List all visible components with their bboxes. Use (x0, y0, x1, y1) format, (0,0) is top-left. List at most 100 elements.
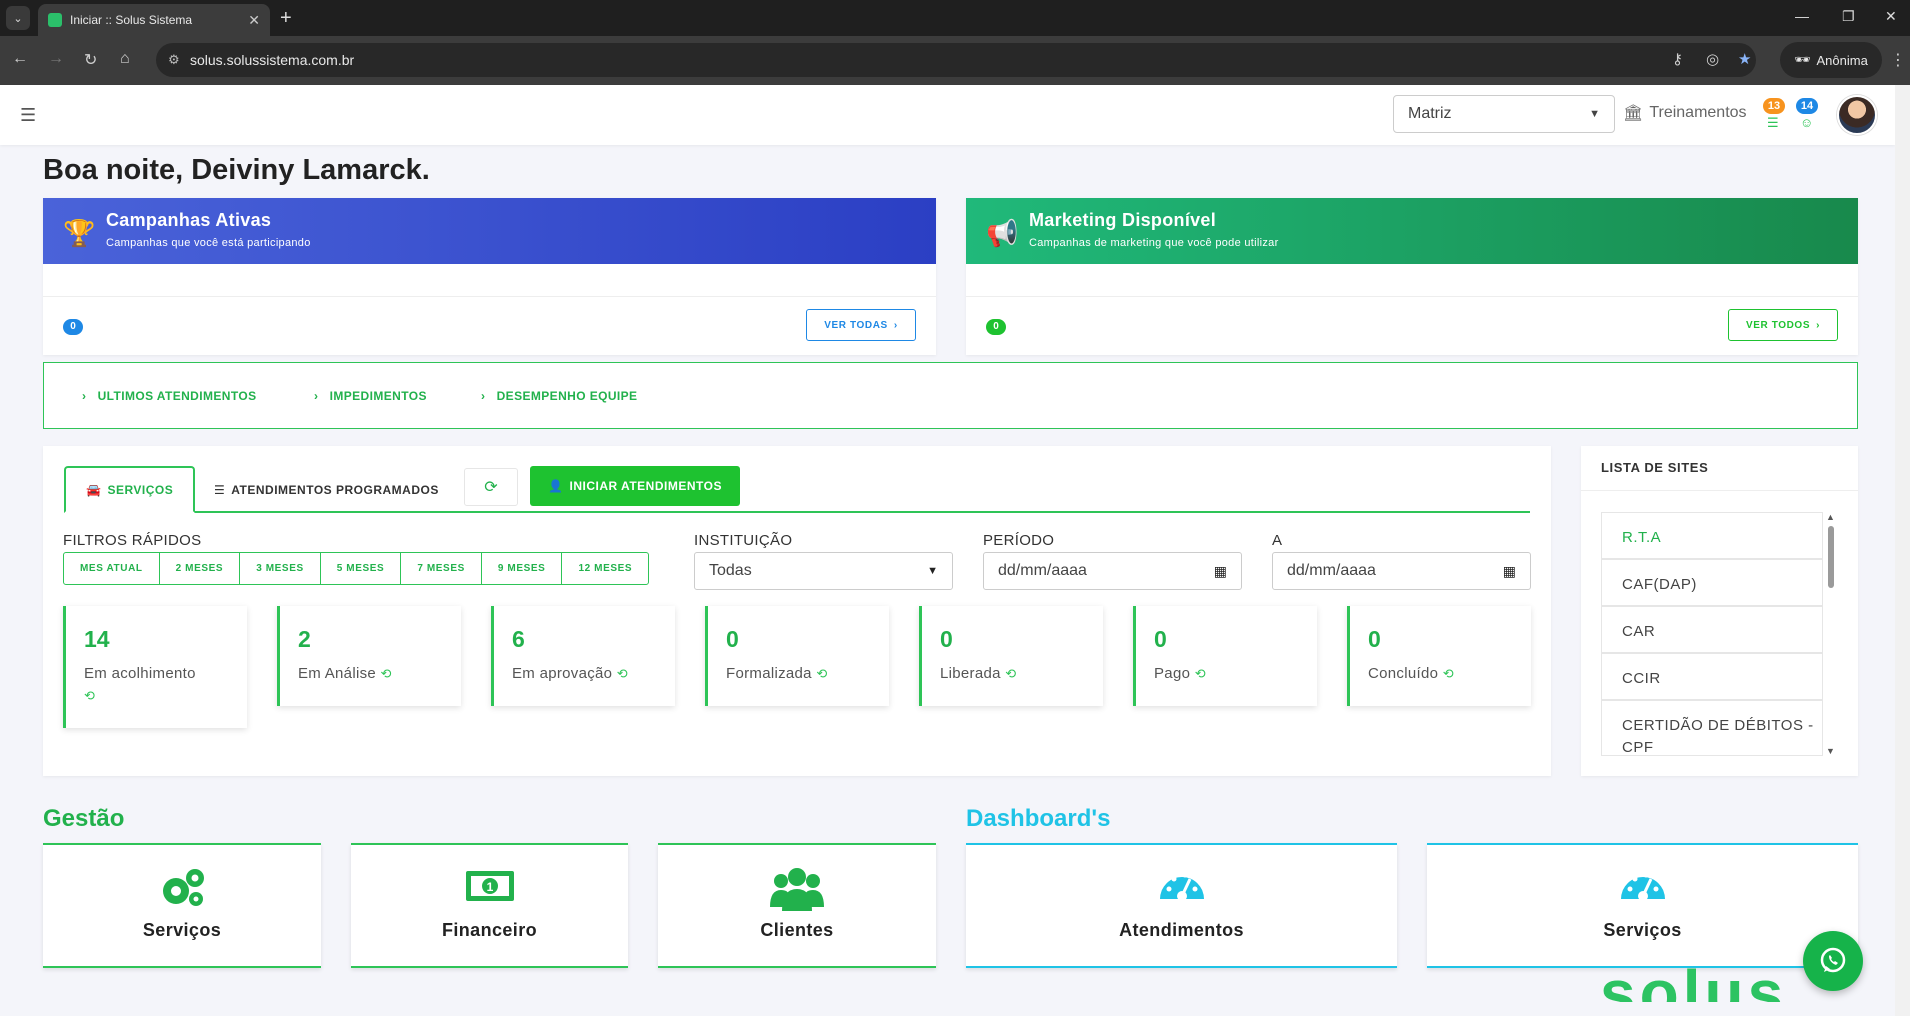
scroll-down-icon[interactable]: ▼ (1826, 746, 1835, 756)
user-avatar[interactable] (1837, 95, 1877, 135)
refresh-button[interactable]: ⟳ (464, 468, 518, 506)
tab-servicos[interactable]: 🚘 SERVIÇOS (64, 466, 196, 513)
stat-card[interactable]: 0 Liberada ⟲ (919, 606, 1103, 706)
period-from-input[interactable]: dd/mm/aaaa ▦ (983, 552, 1242, 590)
browser-menu-icon[interactable]: ⋮ (1890, 50, 1906, 70)
chevron-right-icon: › (1816, 319, 1821, 331)
minimize-icon[interactable]: — (1795, 8, 1809, 24)
page-scrollbar[interactable] (1895, 85, 1910, 1016)
close-tab-icon[interactable]: ✕ (248, 12, 260, 29)
list-notification-icon[interactable]: ☰ (1767, 115, 1779, 131)
tab-atendimentos-programados[interactable]: ☰ ATENDIMENTOS PROGRAMADOS (194, 466, 459, 513)
home-icon[interactable]: ⌂ (120, 50, 130, 68)
list-icon: ☰ (214, 482, 226, 497)
orange-notification-badge[interactable]: 13 (1763, 98, 1785, 114)
browser-tab[interactable]: Iniciar :: Solus Sistema ✕ (38, 4, 270, 36)
eye-off-icon[interactable]: ◎ (1706, 50, 1719, 68)
quick-filter-button[interactable]: 12 MESES (562, 553, 648, 584)
back-icon[interactable]: ← (12, 50, 28, 68)
quick-filter-button[interactable]: MES ATUAL (64, 553, 160, 584)
scrollbar-thumb[interactable] (1828, 526, 1834, 588)
stat-card[interactable]: 14 Em acolhimento ⟲ (63, 606, 247, 728)
stat-value: 2 (298, 626, 311, 652)
quick-filter-button[interactable]: 9 MESES (482, 553, 563, 584)
whatsapp-button[interactable] (1803, 931, 1863, 991)
favicon-icon (48, 13, 62, 27)
stat-label: Em acolhimento (84, 665, 196, 682)
quick-filter-button[interactable]: 3 MESES (240, 553, 321, 584)
link-desempenho-equipe[interactable]: › DESEMPENHO EQUIPE (481, 389, 637, 403)
quick-links-bar: › ULTIMOS ATENDIMENTOS › IMPEDIMENTOS › … (43, 362, 1858, 429)
marketing-card: 📢 Marketing Disponível Campanhas de mark… (966, 198, 1858, 355)
app-topbar: ☰ Matriz ▼ 🏛 Treinamentos 13 ☰ 14 ☺ (0, 85, 1895, 145)
campaigns-subtitle: Campanhas que você está participando (106, 237, 311, 249)
training-link[interactable]: 🏛 Treinamentos (1623, 103, 1747, 123)
scroll-up-icon[interactable]: ▲ (1826, 512, 1835, 522)
tab-search-button[interactable]: ⌄ (6, 6, 30, 30)
stat-value: 6 (512, 626, 525, 652)
incognito-profile[interactable]: 🕶 Anônima (1780, 42, 1882, 78)
users-notification-icon[interactable]: ☺ (1800, 115, 1813, 130)
link-ultimos-atendimentos[interactable]: › ULTIMOS ATENDIMENTOS (82, 389, 257, 403)
chevron-down-icon: ▼ (1589, 108, 1600, 120)
stat-card[interactable]: 0 Pago ⟲ (1133, 606, 1317, 706)
stat-card[interactable]: 6 Em aprovação ⟲ (491, 606, 675, 706)
bookmark-star-icon[interactable]: ★ (1738, 50, 1751, 68)
period-to-input[interactable]: dd/mm/aaaa ▦ (1272, 552, 1531, 590)
history-icon: ⟲ (1194, 666, 1206, 681)
see-all-campaigns-button[interactable]: VER TODAS › (806, 309, 916, 341)
bank-icon: 🏛 (1623, 105, 1644, 122)
gestao-clientes-tile[interactable]: Clientes (658, 843, 936, 968)
password-key-icon[interactable]: ⚷ (1672, 50, 1683, 68)
dashboard-atendimentos-tile[interactable]: Atendimentos (966, 843, 1397, 968)
quick-filter-button[interactable]: 7 MESES (401, 553, 482, 584)
site-item[interactable]: CCIR (1601, 653, 1823, 700)
calendar-icon[interactable]: ▦ (1503, 563, 1516, 580)
svg-text:1: 1 (486, 880, 493, 894)
stat-card[interactable]: 0 Concluído ⟲ (1347, 606, 1531, 706)
branch-select[interactable]: Matriz ▼ (1393, 95, 1615, 133)
dashboards-title: Dashboard's (966, 805, 1111, 832)
url-field[interactable]: ⚙ solus.solussistema.com.br (156, 43, 1756, 77)
institution-select[interactable]: Todas ▼ (694, 552, 953, 590)
marketing-subtitle: Campanhas de marketing que você pode uti… (1029, 237, 1279, 249)
gestao-servicos-tile[interactable]: Serviços (43, 843, 321, 968)
see-all-label: VER TODOS (1745, 319, 1811, 331)
tab-title: Iniciar :: Solus Sistema (70, 13, 193, 27)
stat-card[interactable]: 2 Em Análise ⟲ (277, 606, 461, 706)
site-item[interactable]: CERTIDÃO DE DÉBITOS - CPF (1601, 700, 1823, 756)
forward-icon[interactable]: → (48, 50, 64, 68)
gestao-financeiro-tile[interactable]: 1 Financeiro (351, 843, 628, 968)
start-service-button[interactable]: 👤 INICIAR ATENDIMENTOS (530, 466, 740, 506)
site-info-icon[interactable]: ⚙ (168, 52, 180, 68)
trophy-icon: 🏆 (63, 218, 96, 248)
quick-filters-group: MES ATUAL 2 MESES 3 MESES 5 MESES 7 MESE… (63, 552, 650, 585)
sites-scrollbar[interactable]: ▲ ▼ (1826, 512, 1836, 756)
site-item[interactable]: CAF(DAP) (1601, 559, 1823, 606)
site-item[interactable]: CAR (1601, 606, 1823, 653)
services-tabs: 🚘 SERVIÇOS ☰ ATENDIMENTOS PROGRAMADOS ⟳ … (64, 466, 1530, 513)
gestao-title: Gestão (43, 805, 125, 832)
restore-icon[interactable]: ❐ (1842, 8, 1855, 25)
new-tab-button[interactable]: + (280, 6, 292, 30)
see-all-label: VER TODAS (824, 319, 888, 331)
reload-icon[interactable]: ↻ (84, 50, 97, 70)
chevron-right-icon: › (893, 319, 898, 331)
link-impedimentos[interactable]: › IMPEDIMENTOS (314, 389, 427, 403)
car-icon: 🚘 (86, 482, 102, 497)
gears-icon (43, 865, 321, 909)
quick-filter-button[interactable]: 2 MESES (160, 553, 241, 584)
whatsapp-icon (1820, 947, 1846, 973)
blue-notification-badge[interactable]: 14 (1796, 98, 1818, 114)
menu-toggle-icon[interactable]: ☰ (20, 105, 36, 126)
quick-filter-button[interactable]: 5 MESES (321, 553, 402, 584)
close-window-icon[interactable]: ✕ (1885, 8, 1897, 25)
stat-card[interactable]: 0 Formalizada ⟲ (705, 606, 889, 706)
see-all-marketing-button[interactable]: VER TODOS › (1728, 309, 1838, 341)
calendar-icon[interactable]: ▦ (1214, 563, 1227, 580)
browser-tabbar: ⌄ Iniciar :: Solus Sistema ✕ + — ❐ ✕ (0, 0, 1910, 36)
campaigns-card: 🏆 Campanhas Ativas Campanhas que você es… (43, 198, 936, 355)
dashboard-servicos-tile[interactable]: Serviços (1427, 843, 1858, 968)
site-item[interactable]: R.T.A (1601, 512, 1823, 559)
megaphone-icon: 📢 (986, 218, 1019, 248)
